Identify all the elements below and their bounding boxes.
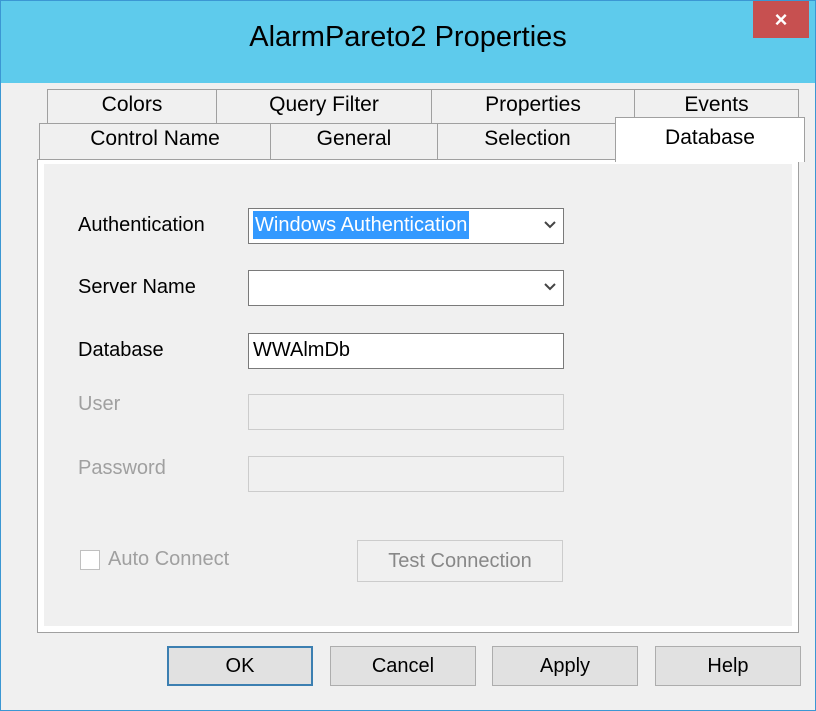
authentication-value: Windows Authentication	[253, 211, 470, 239]
help-button[interactable]: Help	[655, 646, 801, 686]
test-connection-button[interactable]: Test Connection	[357, 540, 563, 582]
tab-query-filter[interactable]: Query Filter	[216, 89, 432, 125]
ok-button[interactable]: OK	[167, 646, 313, 686]
database-form: Authentication Windows Authentication Se…	[44, 164, 792, 626]
authentication-label: Authentication	[78, 214, 205, 236]
title-bar[interactable]: AlarmPareto2 Properties ×	[1, 1, 815, 83]
authentication-select[interactable]: Windows Authentication	[248, 208, 564, 244]
close-button[interactable]: ×	[753, 1, 809, 38]
server-name-label: Server Name	[78, 276, 196, 298]
tab-properties[interactable]: Properties	[431, 89, 635, 125]
tab-colors[interactable]: Colors	[47, 89, 217, 125]
chevron-down-icon	[543, 210, 557, 243]
database-input[interactable]: WWAlmDb	[248, 333, 564, 369]
tab-control-name[interactable]: Control Name	[39, 123, 271, 161]
cancel-button[interactable]: Cancel	[330, 646, 476, 686]
window-title: AlarmPareto2 Properties	[249, 21, 567, 53]
close-icon: ×	[774, 7, 788, 32]
tab-general[interactable]: General	[270, 123, 438, 161]
password-label: Password	[78, 457, 166, 479]
password-input[interactable]	[248, 456, 564, 492]
auto-connect-checkbox[interactable]	[80, 550, 100, 570]
auto-connect-label: Auto Connect	[108, 548, 230, 570]
tab-selection[interactable]: Selection	[437, 123, 618, 161]
database-tab-panel: Authentication Windows Authentication Se…	[37, 159, 799, 633]
properties-dialog: AlarmPareto2 Properties × Colors Query F…	[0, 0, 816, 711]
tab-database[interactable]: Database	[615, 117, 805, 162]
server-name-select[interactable]	[248, 270, 564, 306]
user-input[interactable]	[248, 394, 564, 430]
chevron-down-icon	[543, 272, 557, 305]
apply-button[interactable]: Apply	[492, 646, 638, 686]
database-label: Database	[78, 339, 164, 361]
user-label: User	[78, 393, 121, 415]
